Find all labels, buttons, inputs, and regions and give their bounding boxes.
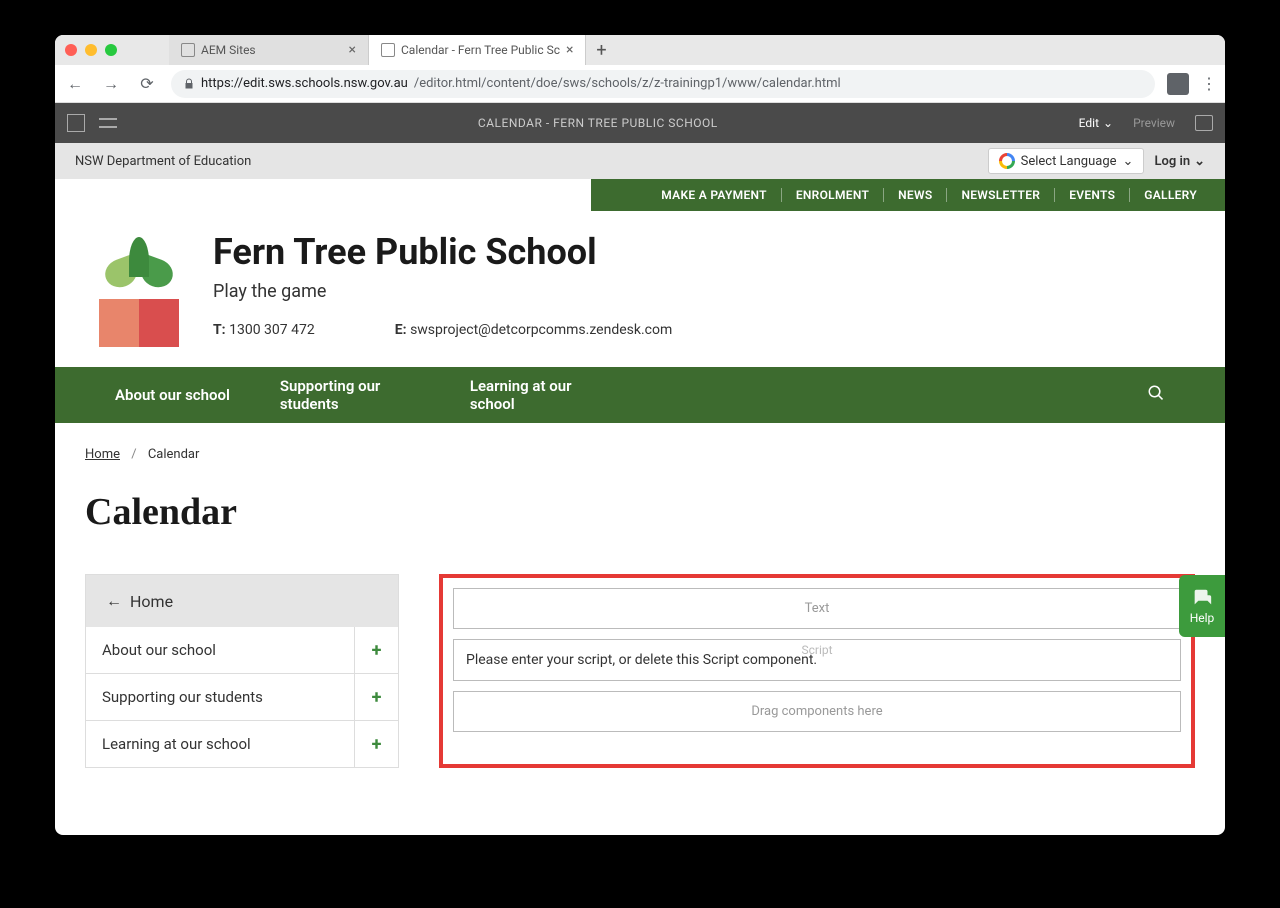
annotate-icon[interactable] (1195, 115, 1213, 131)
browser-menu-button[interactable]: ⋮ (1201, 74, 1217, 93)
email: E: swsproject@detcorpcomms.zendesk.com (395, 322, 673, 338)
util-link[interactable]: MAKE A PAYMENT (647, 188, 782, 202)
component-drop-area: Text Script Please enter your script, or… (439, 574, 1195, 768)
util-link[interactable]: NEWS (884, 188, 947, 202)
google-icon (999, 153, 1015, 169)
drop-zone[interactable]: Drag components here (453, 691, 1181, 732)
aem-page-title: CALENDAR - FERN TREE PUBLIC SCHOOL (117, 116, 1079, 130)
tab-title: Calendar - Fern Tree Public Sc (401, 43, 560, 57)
reload-button[interactable]: ⟳ (135, 74, 159, 93)
main-nav: About our school Supporting our students… (55, 367, 1225, 423)
breadcrumb: Home / Calendar (85, 447, 1195, 462)
close-tab-icon[interactable]: × (349, 42, 356, 58)
search-icon[interactable] (1147, 384, 1165, 406)
chat-icon (1191, 587, 1213, 609)
side-nav: ← Home About our school + Supporting our… (85, 574, 399, 768)
chevron-down-icon: ⌄ (1103, 116, 1113, 130)
back-button[interactable]: ← (63, 74, 87, 94)
preview-button[interactable]: Preview (1133, 116, 1175, 130)
browser-tab[interactable]: Calendar - Fern Tree Public Sc × (369, 35, 586, 65)
chevron-down-icon: ⌄ (1123, 154, 1134, 169)
url-bar: ← → ⟳ https://edit.sws.schools.nsw.gov.a… (55, 65, 1225, 103)
sidebar-home[interactable]: ← Home (85, 574, 399, 627)
breadcrumb-home[interactable]: Home (85, 447, 120, 462)
help-button[interactable]: Help (1179, 575, 1225, 637)
dept-bar: NSW Department of Education Select Langu… (55, 143, 1225, 179)
arrow-left-icon: ← (106, 591, 122, 611)
chevron-down-icon: ⌄ (1194, 154, 1205, 169)
dept-label: NSW Department of Education (75, 154, 251, 169)
util-link[interactable]: ENROLMENT (782, 188, 884, 202)
nav-item[interactable]: About our school (115, 386, 230, 404)
language-select[interactable]: Select Language ⌄ (988, 148, 1145, 174)
url-host: https://edit.sws.schools.nsw.gov.au (201, 76, 408, 91)
util-link[interactable]: GALLERY (1130, 188, 1211, 202)
close-window-button[interactable] (65, 44, 77, 56)
page-icon (181, 43, 195, 57)
tab-title: AEM Sites (201, 43, 256, 57)
lock-icon (183, 78, 195, 90)
forward-button[interactable]: → (99, 74, 123, 94)
aem-toolbar: CALENDAR - FERN TREE PUBLIC SCHOOL Edit … (55, 103, 1225, 143)
expand-icon[interactable]: + (354, 674, 398, 720)
login-link[interactable]: Log in ⌄ (1154, 154, 1205, 169)
school-logo (95, 237, 183, 347)
phone: T: 1300 307 472 (213, 322, 315, 338)
page-info-icon[interactable] (99, 116, 117, 130)
side-panel-icon[interactable] (67, 114, 85, 132)
nav-item[interactable]: Supporting our students (280, 377, 420, 413)
titlebar: AEM Sites × Calendar - Fern Tree Public … (55, 35, 1225, 65)
text-component[interactable]: Text (453, 588, 1181, 629)
utility-nav: MAKE A PAYMENT ENROLMENT NEWS NEWSLETTER… (591, 179, 1225, 211)
address-input[interactable]: https://edit.sws.schools.nsw.gov.au/edit… (171, 70, 1155, 98)
maximize-window-button[interactable] (105, 44, 117, 56)
page-title: Calendar (85, 490, 1195, 534)
util-link[interactable]: NEWSLETTER (947, 188, 1055, 202)
sidebar-item[interactable]: Supporting our students + (85, 674, 399, 721)
breadcrumb-current: Calendar (148, 447, 200, 462)
profile-button[interactable] (1167, 73, 1189, 95)
school-name: Fern Tree Public School (213, 231, 672, 273)
nav-item[interactable]: Learning at our school (470, 377, 610, 413)
minimize-window-button[interactable] (85, 44, 97, 56)
script-component[interactable]: Script Please enter your script, or dele… (453, 639, 1181, 681)
url-path: /editor.html/content/doe/sws/schools/z/z… (414, 76, 841, 91)
page-icon (381, 43, 395, 57)
expand-icon[interactable]: + (354, 627, 398, 673)
tagline: Play the game (213, 281, 672, 302)
school-header: Fern Tree Public School Play the game T:… (55, 211, 1225, 367)
sidebar-item[interactable]: Learning at our school + (85, 721, 399, 768)
browser-tab[interactable]: AEM Sites × (169, 35, 369, 65)
util-link[interactable]: EVENTS (1055, 188, 1130, 202)
close-tab-icon[interactable]: × (566, 42, 573, 58)
edit-mode-button[interactable]: Edit ⌄ (1079, 116, 1113, 130)
new-tab-button[interactable]: + (586, 35, 616, 65)
expand-icon[interactable]: + (354, 721, 398, 767)
sidebar-item[interactable]: About our school + (85, 627, 399, 674)
